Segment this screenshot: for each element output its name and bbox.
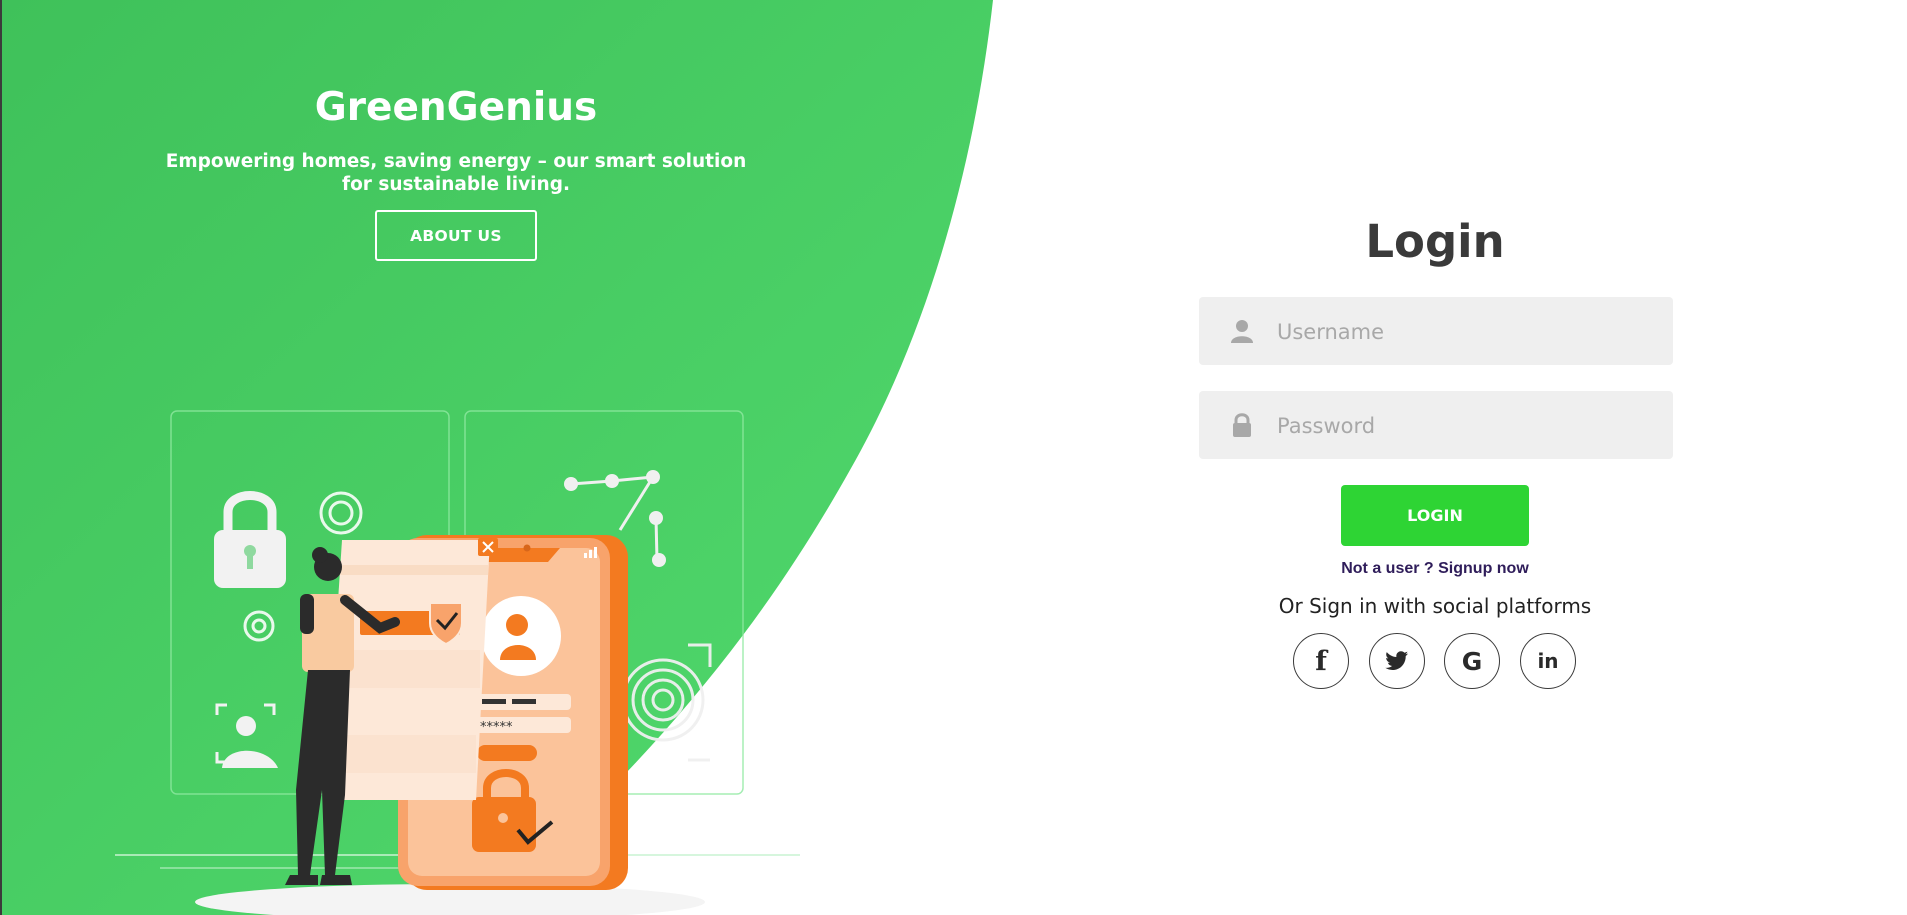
password-field[interactable]	[1199, 391, 1673, 461]
padlock-icon	[214, 491, 286, 588]
linkedin-button[interactable]: in	[1520, 633, 1576, 689]
twitter-icon	[1385, 651, 1408, 670]
username-input[interactable]	[1275, 297, 1659, 367]
google-icon: G	[1461, 646, 1483, 676]
svg-text:*****: *****	[480, 720, 513, 735]
login-button[interactable]: LOGIN	[1341, 485, 1529, 546]
google-button[interactable]: G	[1444, 633, 1500, 689]
lock-icon	[1233, 413, 1251, 437]
login-title: Login	[1365, 215, 1505, 268]
user-icon	[1231, 320, 1253, 343]
facebook-button[interactable]: f	[1293, 633, 1349, 689]
mobile-security-illustration: *****	[115, 410, 800, 915]
facebook-icon: f	[1315, 645, 1327, 677]
password-input[interactable]	[1275, 391, 1659, 461]
twitter-button[interactable]	[1369, 633, 1425, 689]
username-field[interactable]	[1199, 297, 1673, 367]
social-signin-label: Or Sign in with social platforms	[1278, 594, 1592, 618]
signup-link[interactable]: Not a user ? Signup now	[1199, 560, 1671, 578]
linkedin-icon: in	[1537, 649, 1559, 673]
